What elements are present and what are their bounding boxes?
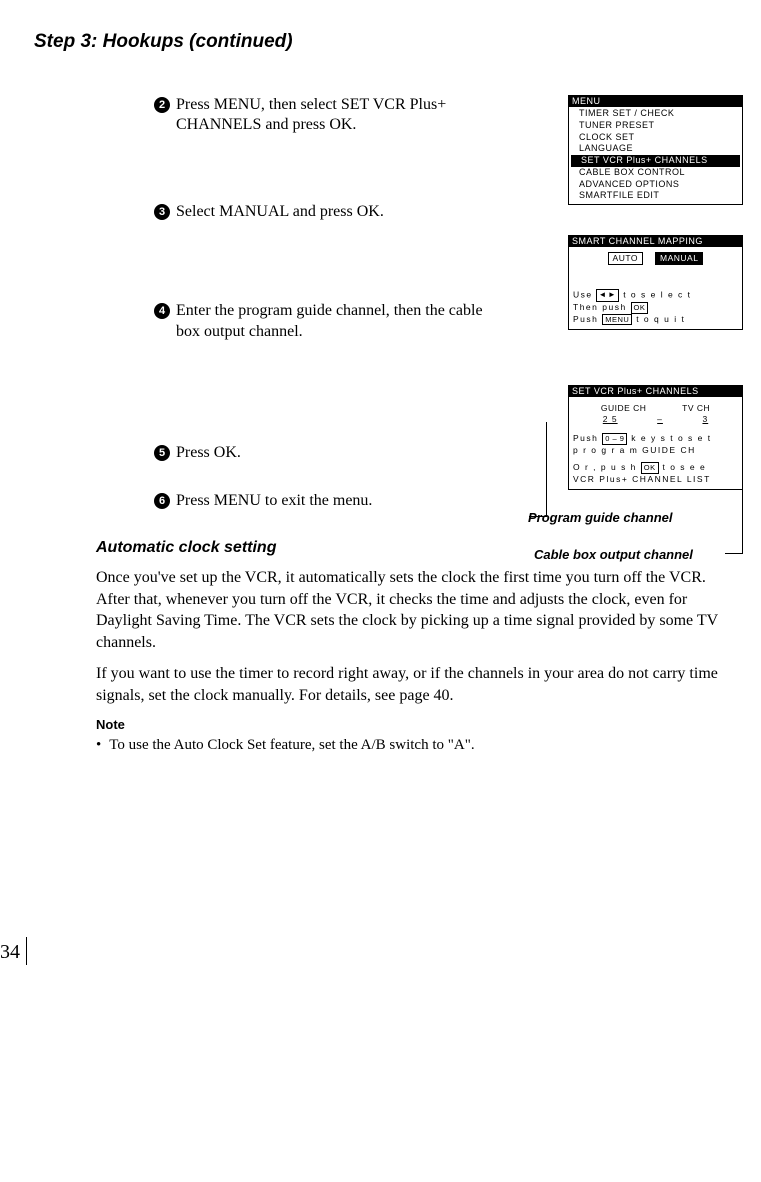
col-tv: TV CH (682, 403, 710, 414)
osd-option-auto: AUTO (608, 252, 643, 265)
body-paragraph: Once you've set up the VCR, it automatic… (96, 567, 733, 653)
step-row: 3 Select MANUAL and press OK. (154, 202, 743, 223)
note-heading: Note (96, 717, 743, 734)
bullet-icon: • (96, 736, 101, 756)
osd-set-channels: SET VCR Plus+ CHANNELS GUIDE CH TV CH 2 … (568, 385, 743, 490)
page-number: 34 (0, 937, 27, 965)
osd-option-manual: MANUAL (655, 252, 703, 265)
callout-line (725, 553, 743, 554)
steps-area: MENU TIMER SET / CHECK TUNER PRESET CLOC… (34, 95, 743, 513)
osd-instr: Use ◄► t o s e l e c t (569, 289, 742, 301)
osd-sc-title: SMART CHANNEL MAPPING (572, 236, 703, 246)
step-number-icon: 5 (154, 445, 170, 461)
osd-menu-item: LANGUAGE (569, 143, 742, 155)
ok-key-icon: OK (641, 462, 659, 474)
step-row: 2 Press MENU, then select SET VCR Plus+ … (154, 95, 743, 137)
step-row: 6 Press MENU to exit the menu. (154, 491, 743, 512)
val-sep: – (657, 414, 663, 425)
val-tv: 3 (702, 414, 708, 425)
note-bullet: • To use the Auto Clock Set feature, set… (96, 736, 743, 756)
step-number-icon: 6 (154, 493, 170, 509)
left-right-arrow-icon: ◄► (596, 289, 619, 301)
osd-instr: VCR Plus+ CHANNEL LIST (569, 474, 742, 485)
step-number-icon: 2 (154, 97, 170, 113)
osd-menu-item: CABLE BOX CONTROL (569, 167, 742, 179)
body-paragraph: If you want to use the timer to record r… (96, 663, 733, 706)
page-title: Step 3: Hookups (continued) (34, 30, 743, 55)
step-number-icon: 4 (154, 303, 170, 319)
callout-cable: Cable box output channel (534, 547, 693, 564)
osd-menu-item: SMARTFILE EDIT (569, 190, 742, 202)
note-text: To use the Auto Clock Set feature, set t… (109, 736, 474, 756)
osd-menu-item-selected: SET VCR Plus+ CHANNELS (571, 155, 740, 167)
step-text: Press MENU to exit the menu. (176, 491, 372, 512)
osd-instr: O r , p u s h OK t o s e e (569, 462, 742, 474)
osd-menu-item: ADVANCED OPTIONS (569, 179, 742, 191)
step-text: Press MENU, then select SET VCR Plus+ CH… (176, 95, 496, 137)
step-text: Select MANUAL and press OK. (176, 202, 384, 223)
step-text: Enter the program guide channel, then th… (176, 301, 496, 343)
col-guide: GUIDE CH (601, 403, 647, 414)
step-row: 5 Press OK. (154, 443, 743, 464)
val-guide: 2 5 (603, 414, 618, 425)
step-number-icon: 3 (154, 204, 170, 220)
step-row: 4 Enter the program guide channel, then … (154, 301, 743, 343)
osd-ch-title: SET VCR Plus+ CHANNELS (572, 386, 699, 396)
step-text: Press OK. (176, 443, 241, 464)
